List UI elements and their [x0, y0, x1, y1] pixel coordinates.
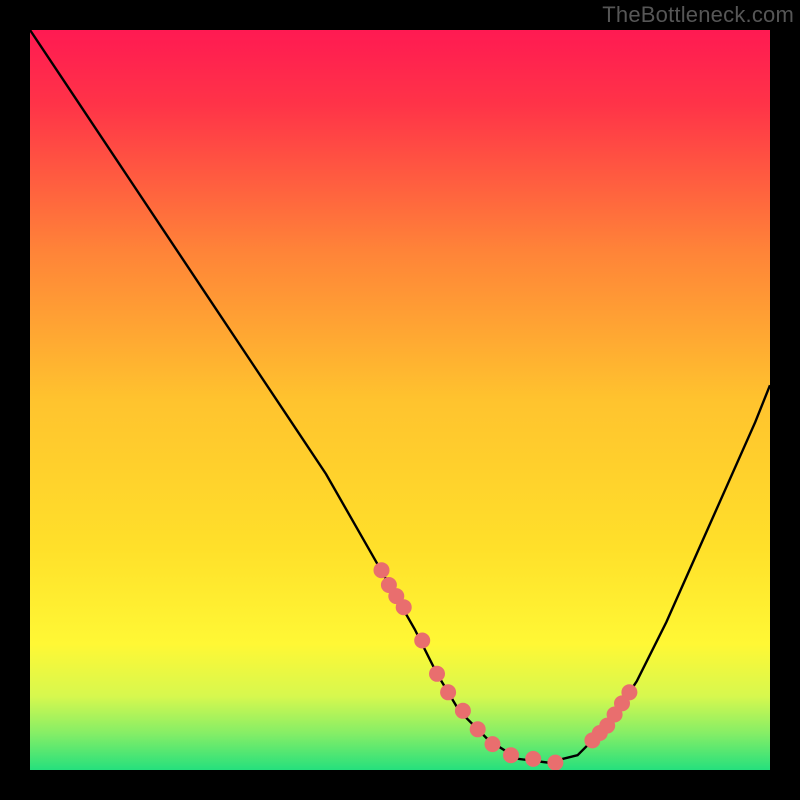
- data-dot: [547, 755, 563, 770]
- watermark-text: TheBottleneck.com: [602, 2, 794, 28]
- gradient-background: [30, 30, 770, 770]
- chart-frame: TheBottleneck.com: [0, 0, 800, 800]
- data-dot: [503, 747, 519, 763]
- data-dot: [525, 751, 541, 767]
- data-dot: [621, 684, 637, 700]
- chart-svg: [30, 30, 770, 770]
- data-dot: [470, 721, 486, 737]
- plot-area: [30, 30, 770, 770]
- data-dot: [455, 703, 471, 719]
- data-dot: [485, 736, 501, 752]
- data-dot: [429, 666, 445, 682]
- data-dot: [440, 684, 456, 700]
- data-dot: [396, 599, 412, 615]
- data-dot: [374, 562, 390, 578]
- data-dot: [414, 633, 430, 649]
